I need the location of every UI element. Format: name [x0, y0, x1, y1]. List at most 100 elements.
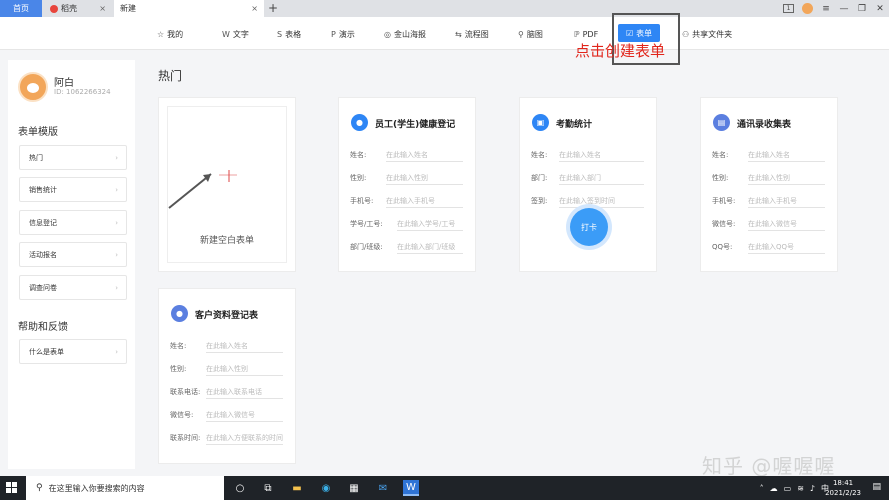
template-card-customer[interactable]: ● 客户资料登记表 姓名: 在此输入姓名 性别: 在此输入性别 联系电话: 在此输入联… — [158, 288, 296, 464]
form-field: 姓名: 在此输入姓名 — [712, 148, 825, 162]
chevron-up-icon[interactable]: ˄ — [760, 484, 764, 493]
field-placeholder: 在此输入姓名 — [748, 148, 825, 162]
store-icon[interactable]: ▦ — [346, 480, 362, 496]
notification-icon[interactable]: ▤ — [872, 482, 881, 492]
windows-start-icon[interactable] — [6, 482, 18, 494]
word-icon: W — [222, 29, 230, 39]
field-placeholder: 在此输入性别 — [748, 171, 825, 185]
menu-icon[interactable]: ≡ — [817, 4, 835, 14]
toolbar-flow-label: 流程图 — [464, 29, 489, 39]
sidebar-item-hot[interactable]: 热门 › — [19, 145, 127, 170]
field-label: 性别: — [350, 174, 367, 182]
search-icon: ⚲ — [36, 483, 43, 493]
toolbar-word-label: 文字 — [232, 29, 249, 39]
new-tab-plus-icon[interactable]: + — [268, 1, 278, 15]
user-id: ID: 1062266324 — [54, 88, 111, 96]
sheet-icon: S — [277, 29, 283, 39]
card-title: 通讯录收集表 — [737, 120, 792, 130]
template-card-contacts[interactable]: ▤ 通讯录收集表 姓名: 在此输入姓名 性别: 在此输入性别 手机号: 在此输入手机号… — [700, 97, 838, 272]
toolbar-mindmap[interactable]: ⚲ 脑图 — [518, 26, 543, 42]
ppt-icon: P — [331, 29, 336, 39]
window-badge-icon[interactable]: 1 — [783, 4, 794, 13]
sidebar-item-label: 什么是表单 — [29, 347, 64, 356]
user-name: 阿白 — [54, 78, 74, 89]
tab-new-label: 新建 — [120, 4, 136, 13]
field-label: 微信号: — [170, 411, 194, 419]
field-label: 性别: — [712, 174, 729, 182]
sidebar-item-event[interactable]: 活动报名 › — [19, 242, 127, 267]
field-label: 姓名: — [170, 342, 187, 350]
taskbar-search-input[interactable]: ⚲ 在这里输入你要搜索的内容 — [26, 476, 224, 500]
field-label: 手机号: — [350, 197, 374, 205]
tab-new[interactable]: 新建 × — [114, 0, 264, 17]
sidebar-item-survey[interactable]: 调查问卷 › — [19, 275, 127, 300]
restore-icon[interactable]: ❐ — [853, 4, 871, 14]
network-icon[interactable]: ▭ — [784, 484, 792, 493]
field-label: 学号/工号: — [350, 220, 383, 228]
toolbar-flow[interactable]: ⇆ 流程图 — [455, 26, 489, 42]
toolbar-poster[interactable]: ◎ 金山海报 — [384, 26, 426, 42]
toolbar-word[interactable]: W 文字 — [222, 26, 249, 42]
form-field: 微信号: 在此输入微信号 — [170, 408, 283, 422]
blank-form-card[interactable]: 新建空白表单 — [158, 97, 296, 272]
form-field: 姓名: 在此输入姓名 — [170, 339, 283, 353]
sidebar-item-label: 热门 — [29, 153, 43, 162]
browser-tab-bar: 首页 稻壳 × 新建 × + 1 ≡ — ❐ ✕ — [0, 0, 889, 17]
user-avatar-icon[interactable] — [802, 3, 813, 14]
edge-browser-icon[interactable]: ◉ — [318, 480, 334, 496]
toolbar-ppt[interactable]: P 演示 — [331, 26, 355, 42]
toolbar-sheet[interactable]: S 表格 — [277, 26, 301, 42]
card-title: 员工(学生)健康登记 — [375, 120, 456, 130]
chevron-right-icon: › — [115, 250, 118, 259]
close-window-icon[interactable]: ✕ — [871, 4, 889, 14]
field-label: 签到: — [531, 197, 548, 205]
field-label: 性别: — [170, 365, 187, 373]
volume-icon[interactable]: ♪ — [810, 484, 815, 493]
sidebar-item-label: 活动报名 — [29, 250, 57, 259]
star-icon: ☆ — [157, 29, 165, 39]
field-placeholder: 在此输入QQ号 — [748, 240, 825, 254]
chevron-right-icon: › — [115, 283, 118, 292]
chevron-right-icon: › — [115, 153, 118, 162]
minimize-icon[interactable]: — — [835, 4, 853, 14]
chevron-right-icon: › — [115, 347, 118, 356]
toolbar-pdf-label: PDF — [582, 29, 599, 39]
chevron-right-icon: › — [115, 185, 118, 194]
form-field: 部门: 在此输入部门 — [531, 171, 644, 185]
form-field: 性别: 在此输入性别 — [712, 171, 825, 185]
form-field: 姓名: 在此输入姓名 — [350, 148, 463, 162]
field-placeholder: 在此输入学号/工号 — [397, 217, 463, 231]
cortana-icon[interactable]: ○ — [232, 480, 248, 496]
taskbar-clock[interactable]: 18:41 2021/2/23 — [825, 478, 861, 498]
toolbar-share-folder[interactable]: ⚇ 共享文件夹 — [682, 26, 732, 42]
field-placeholder: 在此输入性别 — [206, 362, 283, 376]
template-card-attendance[interactable]: ▣ 考勤统计 姓名: 在此输入姓名 部门: 在此输入部门 签到: 在此输入签到时间 打… — [519, 97, 657, 272]
wps-app-icon[interactable]: W — [403, 480, 419, 496]
user-icon: ● — [351, 114, 368, 131]
field-placeholder: 在此输入姓名 — [206, 339, 283, 353]
mail-icon[interactable]: ✉ — [375, 480, 391, 496]
sidebar-item-info[interactable]: 信息登记 › — [19, 210, 127, 235]
toolbar-mine[interactable]: ☆ 我的 — [157, 26, 183, 42]
tab-daoke-label: 稻壳 — [61, 4, 77, 13]
punch-in-button[interactable]: 打卡 — [570, 208, 608, 246]
sidebar-item-sales[interactable]: 销售统计 › — [19, 177, 127, 202]
task-view-icon[interactable]: ⧉ — [260, 480, 276, 496]
sidebar-item-what-is-form[interactable]: 什么是表单 › — [19, 339, 127, 364]
tab-daoke-close-icon[interactable]: × — [99, 4, 106, 13]
tab-daoke[interactable]: 稻壳 × — [44, 0, 112, 17]
template-card-health[interactable]: ● 员工(学生)健康登记 姓名: 在此输入姓名 性别: 在此输入性别 手机号: 在此输… — [338, 97, 476, 272]
tab-home[interactable]: 首页 — [0, 0, 42, 17]
tab-new-close-icon[interactable]: × — [251, 4, 258, 13]
cloud-icon[interactable]: ☁ — [770, 484, 778, 493]
clock-time: 18:41 — [832, 479, 854, 487]
tab-home-label: 首页 — [13, 4, 29, 13]
form-field: QQ号: 在此输入QQ号 — [712, 240, 825, 254]
file-explorer-icon[interactable]: ▬ — [289, 480, 305, 496]
contacts-icon: ▤ — [713, 114, 730, 131]
wifi-icon[interactable]: ≋ — [797, 484, 804, 493]
sidebar-item-label: 销售统计 — [29, 185, 57, 194]
avatar[interactable] — [18, 72, 48, 102]
daoke-logo-icon — [50, 4, 58, 13]
annotation-text: 点击创建表单 — [575, 42, 666, 60]
